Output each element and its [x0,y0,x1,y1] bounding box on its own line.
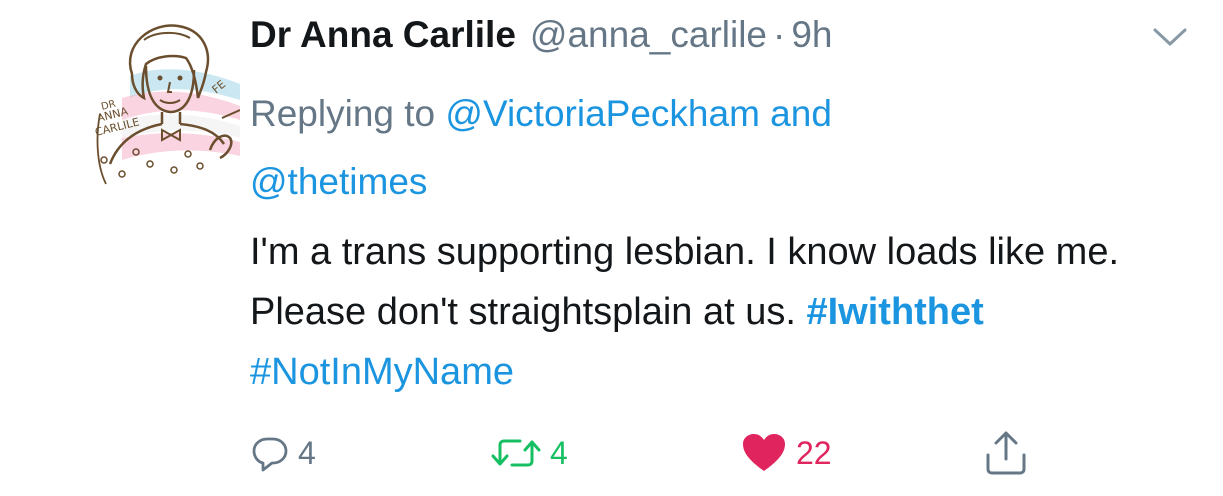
reply-bubble-icon [252,437,288,472]
share-button[interactable] [984,425,1028,481]
reply-and-link[interactable]: and [770,93,832,134]
reply-button[interactable]: 4 [250,425,316,481]
replying-to: Replying to @VictoriaPeckham and @thetim… [250,80,1130,216]
reply-mention-thetimes[interactable]: @thetimes [250,161,427,202]
retweet-button[interactable]: 4 [490,425,568,481]
avatar-illustration: DR ANNA CARLILE FE [94,24,241,185]
like-count: 22 [796,434,832,471]
like-button[interactable]: 22 [740,425,832,481]
author-handle[interactable]: @anna_carlile [530,14,767,56]
retweet-count: 4 [550,434,568,471]
tweet-header: Dr Anna Carlile @anna_carlile · 9h [250,14,833,66]
avatar[interactable]: DR ANNA CARLILE FE [92,14,241,192]
chevron-down-icon[interactable] [1152,26,1188,48]
replying-to-label: Replying to [250,93,436,134]
tweet-actions: 4 4 22 [250,425,1070,481]
tweet-text: I'm a trans supporting lesbian. I know l… [250,222,1150,402]
retweet-icon [491,439,541,467]
reply-mention-victoriapeckham[interactable]: @VictoriaPeckham [445,93,760,134]
author-name[interactable]: Dr Anna Carlile [250,14,516,56]
hashtag-iwiththet[interactable]: #Iwiththet [806,291,983,333]
header-separator: · [773,14,786,55]
hashtag-notinmyname[interactable]: #NotInMyName [250,351,514,393]
share-icon [986,431,1026,475]
tweet-text-body: I'm a trans supporting lesbian. I know l… [250,231,1120,333]
reply-count: 4 [298,434,316,471]
heart-icon [743,434,785,471]
tweet-timestamp[interactable]: 9h [791,14,832,56]
